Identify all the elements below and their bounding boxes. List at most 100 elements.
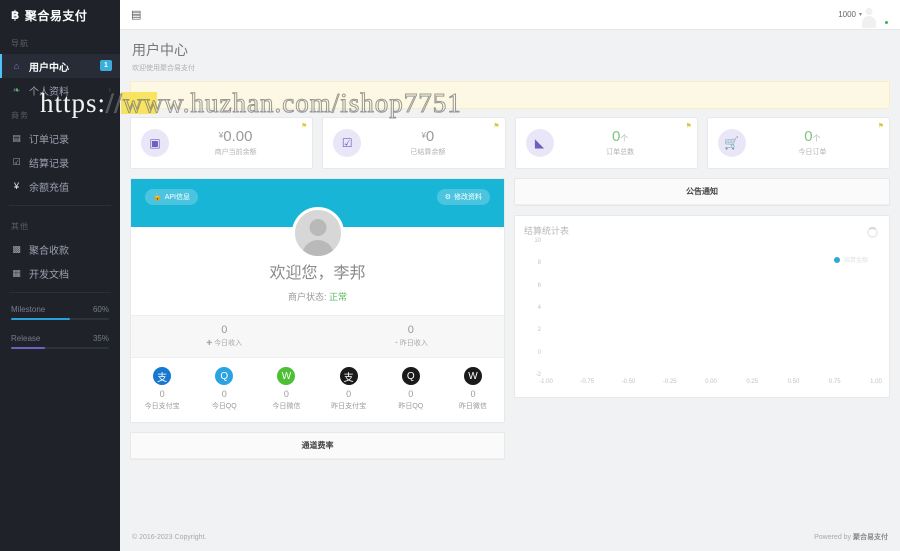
brand-logo-icon: ฿ (11, 8, 20, 22)
stat-number: 0.00 (223, 127, 253, 145)
sidebar-item-aggregate-payment[interactable]: ▩ 聚合收款 (0, 237, 120, 261)
stat-card-total-orders[interactable]: ◣ 0个 订单总数 ⚑ (514, 117, 698, 169)
progress-label: Milestone (11, 305, 46, 314)
chart-y-tick: 6 (537, 282, 541, 289)
avatar[interactable] (869, 5, 889, 25)
notice-card[interactable]: 公告通知 (514, 178, 890, 206)
left-column: 🔒 API信息 ⚙ 修改资料 欢迎您，李邦 商户状态: 正常 0 ✚ 今日收入 … (130, 178, 505, 460)
progress-percent: 35% (92, 334, 109, 343)
stat-unit: 个 (620, 133, 629, 143)
sidebar-item-label: 用户中心 (29, 62, 69, 74)
chart-icon: ◣ (525, 129, 554, 157)
stat-value: 0个 (554, 128, 687, 146)
sidebar-item-settlement-records[interactable]: ☑ 结算记录 (0, 150, 120, 174)
sidebar-item-label: 结算记录 (29, 158, 69, 170)
stat-value: 0个 (746, 127, 879, 146)
sidebar-item-label: 聚合收款 (29, 245, 69, 257)
user-menu[interactable]: 1000 ▾ (838, 10, 862, 19)
flag-icon: ⚑ (877, 123, 884, 130)
brand[interactable]: ฿ 聚合易支付 (0, 0, 120, 30)
fee-rate-card[interactable]: 通道费率 (130, 432, 505, 460)
stat-label: 订单总数 (606, 149, 635, 157)
sidebar-divider-2 (9, 292, 111, 293)
footer-copyright: © 2016-2023 Copyright. (132, 533, 207, 541)
qq-icon: Q (215, 367, 234, 385)
progress-fill (11, 347, 46, 349)
stat-number: 0 (804, 127, 813, 145)
sidebar-item-balance-recharge[interactable]: ¥ 余额充值 (0, 174, 120, 198)
income-label: ◔ 昨日收入 (393, 340, 428, 347)
qrcode-icon: ▩ (12, 243, 21, 254)
nav-group-title-nav: 导航 (11, 39, 29, 48)
chart-x-axis: -1.00 -0.75 -0.50 -0.25 0.00 0.25 0.50 0.75 1.00 (539, 377, 882, 391)
payment-label: 昨日支付宝 (331, 403, 367, 410)
chart-y-tick: 8 (537, 260, 541, 267)
progress-track (11, 318, 109, 320)
brand-name: 聚合易支付 (24, 8, 88, 23)
alert-banner (130, 81, 890, 109)
income-label-text: 昨日收入 (399, 340, 428, 347)
sidebar-item-label: 订单记录 (29, 134, 69, 146)
loading-spinner-icon (867, 227, 878, 238)
payment-value: 0 (470, 389, 476, 399)
banknote-icon: ▣ (141, 129, 169, 157)
chart-x-tick: 0.25 (746, 379, 759, 385)
chart-x-tick: 0.75 (828, 379, 841, 385)
chart-area: 10 8 6 4 2 0 -2 -1.00 -0.75 -0.50 -0.25 0.00 0.25 0.… (524, 238, 882, 391)
topbar: ▤ 1000 ▾ (120, 0, 900, 30)
check-square-icon: ☑ (333, 129, 362, 157)
qq-icon: Q (401, 367, 420, 385)
sidebar: ฿ 聚合易支付 导航 ⌂ 用户中心 1 ❧ 个人资料 › 商务 ▤ 订单记录 ☑… (0, 0, 120, 551)
chart-x-tick: 0.00 (705, 379, 717, 385)
edit-profile-button[interactable]: ⚙ 修改资料 (436, 189, 490, 205)
user-menu-label: 1000 (838, 10, 856, 19)
profile-banner: 🔒 API信息 ⚙ 修改资料 (131, 179, 504, 259)
sidebar-item-label: 余额充值 (29, 182, 69, 194)
stat-card-row: ▣ ¥0.00 商户当前余额 ⚑ ☑ ¥0 已结算余额 ⚑ ◣ 0个 订单总数 … (130, 117, 890, 169)
wechat-icon: W (463, 367, 482, 385)
welcome-text: 欢迎您，李邦 (269, 265, 366, 282)
progress-percent: 60% (92, 305, 109, 314)
chart-x-tick: -0.50 (621, 379, 636, 385)
payment-label: 今日微信 (272, 403, 301, 410)
payment-channel-row: 支 0 今日支付宝 Q 0 今日QQ W 0 今日微信 支 0 昨日支付宝 Q 0 昨日QQ W 0 昨日微信 (131, 357, 504, 422)
lower-grid: 🔒 API信息 ⚙ 修改资料 欢迎您，李邦 商户状态: 正常 0 ✚ 今日收入 … (130, 178, 890, 460)
stat-card-balance[interactable]: ▣ ¥0.00 商户当前余额 ⚑ (130, 117, 314, 169)
sidebar-item-label: 个人资料 (29, 86, 69, 98)
footer-powered-prefix: Powered by (814, 534, 853, 541)
sidebar-item-dev-docs[interactable]: ▦ 开发文档 (0, 261, 120, 285)
income-value: 0 (407, 324, 414, 336)
page-title: 用户中心 (132, 42, 188, 58)
payment-value: 0 (283, 389, 289, 399)
home-icon: ⌂ (13, 61, 20, 71)
watermark-highlight (121, 92, 157, 114)
chart-legend[interactable]: 结算金额 (833, 255, 868, 264)
topbar-right: 1000 ▾ (838, 5, 889, 25)
chevron-down-icon: ▾ (858, 12, 862, 18)
book-icon: ▦ (12, 267, 21, 278)
hamburger-icon[interactable]: ▤ (131, 8, 141, 21)
chart-y-tick: -2 (535, 372, 541, 378)
chart-x-tick: 0.50 (787, 379, 800, 385)
chart-y-axis: 10 8 6 4 2 0 -2 (524, 238, 544, 378)
edit-profile-label: 修改资料 (454, 194, 482, 201)
content: ▣ ¥0.00 商户当前余额 ⚑ ☑ ¥0 已结算余额 ⚑ ◣ 0个 订单总数 … (120, 109, 900, 460)
stat-label: 今日订单 (798, 149, 827, 157)
settlement-chart-card: 结算统计表 10 8 6 4 2 0 -2 -1.00 -0.75 -0.50 -0.25 0.00… (514, 215, 890, 398)
page-head: 用户中心 欢迎使用聚合易支付 (120, 30, 900, 81)
sidebar-item-user-center[interactable]: ⌂ 用户中心 1 (0, 54, 120, 78)
nav-group-title-other: 其他 (11, 222, 29, 231)
footer-powered-brand: 聚合易支付 (853, 534, 888, 541)
legend-marker-icon (833, 256, 840, 263)
sidebar-item-profile[interactable]: ❧ 个人资料 › (0, 78, 120, 102)
payment-value: 0 (346, 389, 352, 399)
stat-card-settled[interactable]: ☑ ¥0 已结算余额 ⚑ (322, 117, 506, 169)
sidebar-item-order-records[interactable]: ▤ 订单记录 (0, 126, 120, 150)
wechat-icon: W (277, 367, 296, 385)
app-root: ฿ 聚合易支付 导航 ⌂ 用户中心 1 ❧ 个人资料 › 商务 ▤ 订单记录 ☑… (0, 0, 900, 551)
stat-card-today-orders[interactable]: 🛒 0个 今日订单 ⚑ (706, 117, 890, 169)
profile-card: 🔒 API信息 ⚙ 修改资料 欢迎您，李邦 商户状态: 正常 0 ✚ 今日收入 … (130, 178, 505, 423)
payment-label: 今日支付宝 (144, 403, 180, 410)
api-info-button[interactable]: 🔒 API信息 (145, 189, 199, 205)
stat-value: ¥0.00 (169, 127, 302, 146)
